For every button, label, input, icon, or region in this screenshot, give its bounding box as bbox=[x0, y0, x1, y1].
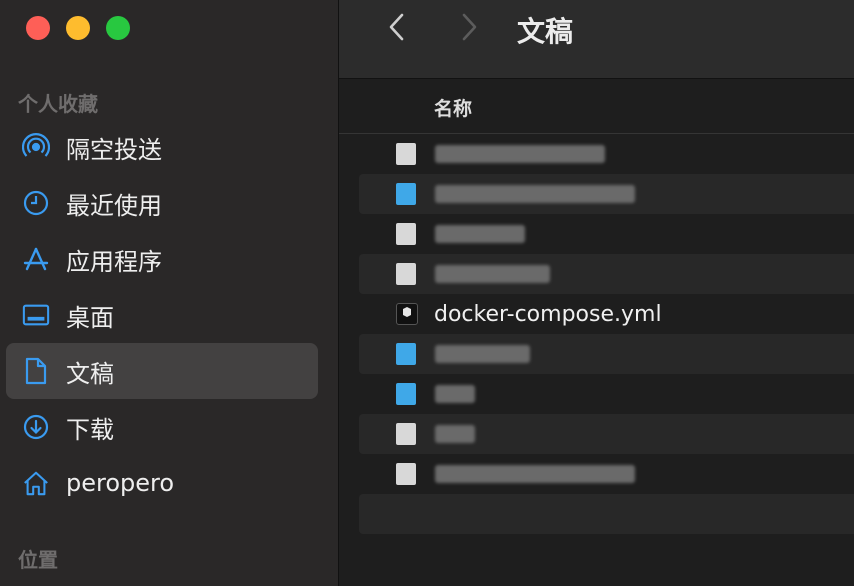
window-title: 文稿 bbox=[517, 15, 574, 48]
sidebar-item-label: 桌面 bbox=[66, 303, 114, 332]
sidebar-item-label: 下载 bbox=[66, 415, 114, 444]
favorites-section-title: 个人收藏 bbox=[18, 92, 98, 116]
sidebar-item-label: 应用程序 bbox=[66, 247, 162, 276]
back-button[interactable] bbox=[383, 12, 413, 42]
sidebar-item-label: 文稿 bbox=[66, 359, 114, 388]
list-item[interactable] bbox=[359, 254, 854, 294]
file-browser: 文稿 名称 docker-compose.yml bbox=[339, 0, 854, 586]
zoom-button[interactable] bbox=[106, 16, 130, 40]
folder-icon bbox=[396, 183, 416, 205]
document-icon bbox=[22, 357, 50, 385]
redacted-name bbox=[435, 465, 635, 483]
redacted-name bbox=[435, 145, 605, 163]
applications-icon bbox=[22, 245, 50, 273]
sidebar-item-label: peropero bbox=[66, 469, 175, 497]
list-item[interactable] bbox=[359, 374, 854, 414]
sidebar-item-label: 隔空投送 bbox=[66, 135, 162, 164]
airdrop-icon bbox=[22, 133, 50, 161]
close-button[interactable] bbox=[26, 16, 50, 40]
forward-button[interactable] bbox=[453, 12, 483, 42]
redacted-name bbox=[435, 265, 550, 283]
folder-icon bbox=[396, 383, 416, 405]
sidebar-item-desktop[interactable]: 桌面 bbox=[6, 287, 318, 343]
sidebar-item-downloads[interactable]: 下载 bbox=[6, 399, 318, 455]
redacted-name bbox=[435, 345, 530, 363]
redacted-name bbox=[435, 385, 475, 403]
list-item[interactable] bbox=[359, 414, 854, 454]
redacted-name bbox=[435, 425, 475, 443]
desktop-icon bbox=[22, 301, 50, 329]
file-icon bbox=[396, 263, 416, 285]
locations-section-title: 位置 bbox=[18, 548, 58, 572]
minimize-button[interactable] bbox=[66, 16, 90, 40]
download-icon bbox=[22, 413, 50, 441]
yaml-file-icon bbox=[396, 303, 418, 325]
list-item[interactable] bbox=[359, 334, 854, 374]
list-item[interactable] bbox=[359, 214, 854, 254]
file-icon bbox=[396, 463, 416, 485]
sidebar-item-applications[interactable]: 应用程序 bbox=[6, 231, 318, 287]
file-icon bbox=[396, 423, 416, 445]
file-list: docker-compose.yml bbox=[359, 134, 854, 534]
list-item[interactable] bbox=[359, 134, 854, 174]
window-controls bbox=[26, 16, 130, 40]
clock-icon bbox=[22, 189, 50, 217]
list-item[interactable] bbox=[359, 174, 854, 214]
column-header: 名称 bbox=[339, 80, 854, 134]
empty-row bbox=[359, 494, 854, 534]
sidebar-item-documents[interactable]: 文稿 bbox=[6, 343, 318, 399]
file-icon bbox=[396, 143, 416, 165]
redacted-name bbox=[435, 185, 635, 203]
sidebar-item-airdrop[interactable]: 隔空投送 bbox=[6, 119, 318, 175]
sidebar-item-home[interactable]: peropero bbox=[6, 455, 318, 511]
toolbar: 文稿 bbox=[339, 0, 854, 79]
redacted-name bbox=[435, 225, 525, 243]
sidebar: 个人收藏 隔空投送 最近使用 应用程序 桌面 文稿 下载 peropero 位置 bbox=[0, 0, 339, 586]
file-icon bbox=[396, 223, 416, 245]
list-item-docker-compose[interactable]: docker-compose.yml bbox=[359, 294, 854, 334]
sidebar-item-label: 最近使用 bbox=[66, 191, 162, 220]
list-item[interactable] bbox=[359, 454, 854, 494]
folder-icon bbox=[396, 343, 416, 365]
sidebar-item-recents[interactable]: 最近使用 bbox=[6, 175, 318, 231]
column-name-header[interactable]: 名称 bbox=[434, 94, 472, 121]
home-icon bbox=[22, 469, 50, 497]
file-name: docker-compose.yml bbox=[434, 301, 662, 327]
